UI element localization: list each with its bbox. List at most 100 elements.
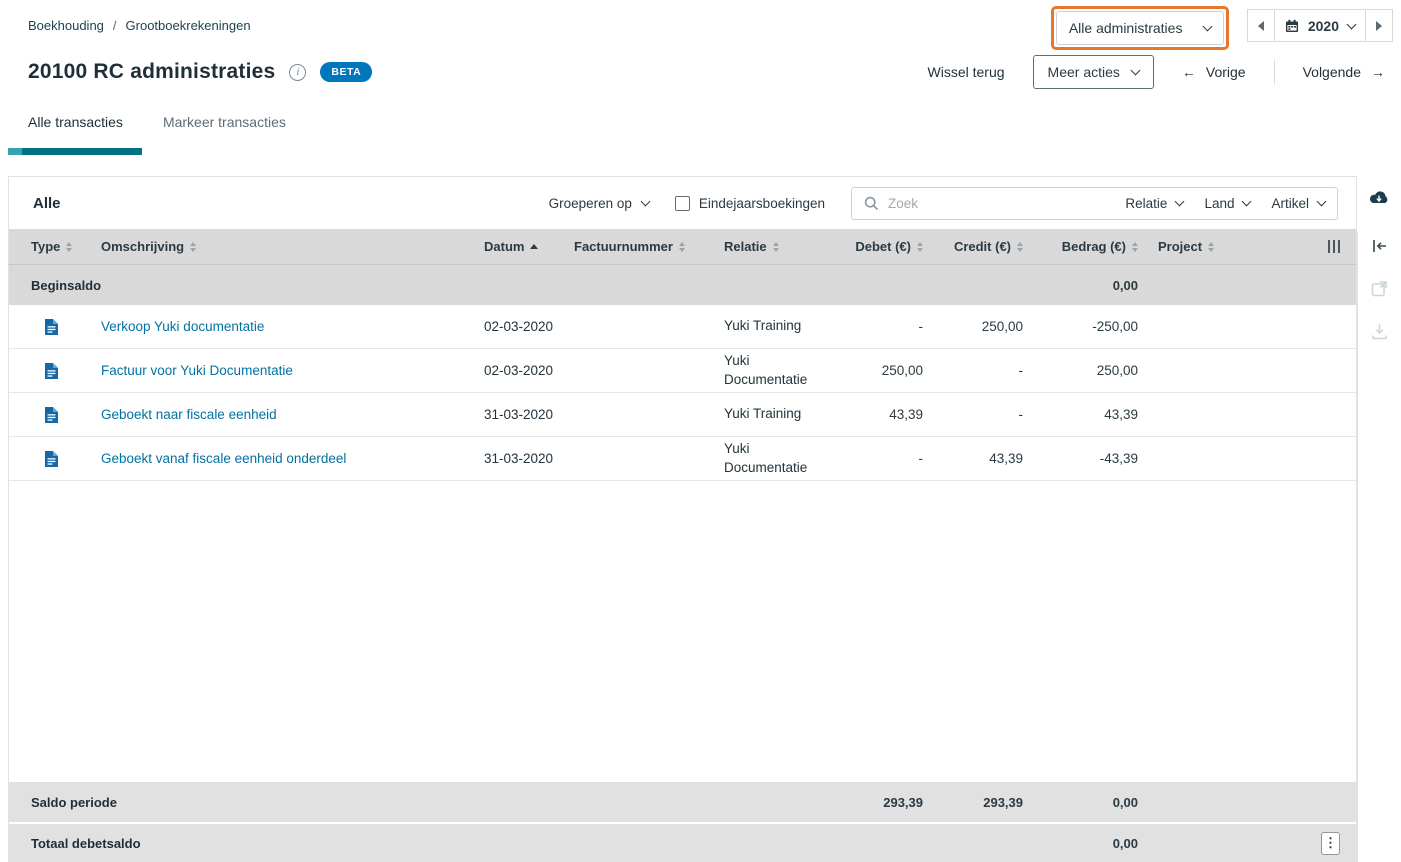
volgende-link[interactable]: Volgende →	[1303, 64, 1385, 80]
content: Alle Groeperen op Eindejaarsboekingen Zo…	[0, 176, 1401, 862]
cell-credit: -	[1018, 407, 1024, 422]
cell-relatie: Yuki Training	[724, 406, 802, 422]
transaction-link[interactable]: Geboekt naar fiscale eenheid	[101, 407, 277, 422]
cell-debet: -	[918, 451, 924, 466]
cell-datum: 31-03-2020	[484, 407, 554, 422]
sort-icon	[772, 241, 779, 252]
saldo-periode-bedrag: 0,00	[1112, 794, 1138, 810]
info-icon[interactable]: i	[289, 63, 307, 81]
sort-icon	[66, 241, 73, 252]
document-type-icon[interactable]	[9, 406, 93, 423]
totaal-debetsaldo-row: Totaal debetsaldo 0,00 ⋮	[9, 822, 1356, 862]
chevron-down-icon	[1346, 19, 1357, 29]
document-type-icon[interactable]	[9, 362, 93, 379]
empty-space	[9, 481, 1356, 782]
collapse-panel-icon[interactable]	[1371, 238, 1388, 254]
chevron-down-icon	[640, 196, 651, 207]
relatie-filter-dropdown[interactable]: Relatie	[1125, 196, 1185, 211]
transaction-link[interactable]: Geboekt vanaf fiscale eenheid onderdeel	[101, 451, 346, 466]
column-header-datum[interactable]: Datum	[476, 239, 566, 254]
cell-relatie: Yuki Training	[724, 318, 802, 334]
cell-datum: 02-03-2020	[484, 319, 554, 334]
land-filter-dropdown[interactable]: Land	[1204, 195, 1252, 211]
row-options-button[interactable]: ⋮	[1321, 831, 1340, 855]
topbar-right: Alle administraties 2020	[1050, 6, 1393, 50]
previous-year-button[interactable]	[1246, 9, 1275, 42]
table-row: Geboekt naar fiscale eenheid 31-03-2020 …	[9, 393, 1356, 437]
triangle-right-icon	[1376, 20, 1382, 31]
beginsaldo-row: Beginsaldo 0,00	[9, 265, 1356, 305]
table-row: Factuur voor Yuki Documentatie 02-03-202…	[9, 349, 1356, 393]
column-header-type[interactable]: Type	[9, 239, 93, 254]
eindejaarsboekingen-checkbox[interactable]	[674, 195, 690, 211]
filter-bar: Alle Groeperen op Eindejaarsboekingen Zo…	[9, 177, 1356, 229]
triangle-left-icon	[1257, 20, 1264, 31]
column-header-omschrijving[interactable]: Omschrijving	[93, 239, 476, 254]
vertical-divider	[1273, 60, 1275, 84]
group-title: Alle	[33, 194, 61, 212]
saldo-periode-credit: 293,39	[983, 794, 1023, 810]
groeperen-op-dropdown[interactable]: Groeperen op	[549, 196, 651, 211]
table-row: Geboekt vanaf fiscale eenheid onderdeel …	[9, 437, 1356, 481]
column-header-bedrag[interactable]: Bedrag (€)	[1035, 239, 1150, 254]
transaction-link[interactable]: Verkoop Yuki documentatie	[101, 319, 264, 334]
breadcrumb: Boekhouding / Grootboekrekeningen	[28, 6, 251, 33]
download-icon[interactable]	[1371, 323, 1388, 340]
saldo-periode-label: Saldo periode	[31, 794, 117, 810]
cell-bedrag: -250,00	[1092, 319, 1138, 334]
breadcrumb-grootboekrekeningen[interactable]: Grootboekrekeningen	[126, 18, 251, 33]
tab-markeer-transacties[interactable]: Markeer transacties	[163, 114, 286, 148]
eindejaarsboekingen-label: Eindejaarsboekingen	[698, 195, 825, 211]
document-type-icon[interactable]	[9, 450, 93, 467]
breadcrumb-boekhouding[interactable]: Boekhouding	[28, 18, 104, 33]
saldo-periode-row: Saldo periode 293,39 293,39 0,00	[9, 782, 1356, 822]
document-type-icon[interactable]	[9, 318, 93, 335]
title-row: 20100 RC administraties i BETA Wissel te…	[0, 50, 1401, 94]
artikel-filter-label: Artikel	[1271, 195, 1309, 211]
calendar-icon	[1285, 19, 1298, 32]
page-title: 20100 RC administraties	[28, 60, 276, 83]
sort-icon	[190, 241, 197, 252]
saldo-periode-debet: 293,39	[883, 794, 923, 810]
topbar: Boekhouding / Grootboekrekeningen Alle a…	[0, 0, 1401, 50]
cell-credit: -	[1018, 363, 1024, 378]
totaal-debetsaldo-bedrag: 0,00	[1112, 835, 1138, 851]
cell-bedrag: 250,00	[1096, 363, 1138, 378]
next-year-button[interactable]	[1366, 9, 1393, 42]
search-icon	[864, 196, 879, 210]
vorige-link[interactable]: ← Vorige	[1182, 64, 1246, 80]
download-cloud-icon[interactable]	[1368, 190, 1390, 206]
cell-debet: 43,39	[889, 407, 923, 422]
cell-credit: 250,00	[981, 319, 1023, 334]
volgende-label: Volgende	[1302, 64, 1361, 80]
table-row: Verkoop Yuki documentatie 02-03-2020 Yuk…	[9, 305, 1356, 349]
column-header-debet[interactable]: Debet (€)	[844, 239, 935, 254]
tab-alle-transacties[interactable]: Alle transacties	[8, 114, 142, 155]
column-header-factuurnummer[interactable]: Factuurnummer	[566, 239, 716, 254]
expand-icon[interactable]	[1371, 280, 1388, 297]
column-header-credit[interactable]: Credit (€)	[935, 239, 1035, 254]
administration-selector[interactable]: Alle administraties	[1055, 11, 1224, 45]
chevron-down-icon	[1130, 65, 1141, 76]
search-input[interactable]	[888, 195, 1105, 211]
column-header-project[interactable]: Project	[1150, 239, 1250, 254]
land-filter-label: Land	[1204, 195, 1235, 211]
beta-badge: BETA	[320, 62, 373, 82]
meer-acties-button[interactable]: Meer acties	[1032, 55, 1154, 89]
transaction-link[interactable]: Factuur voor Yuki Documentatie	[101, 363, 293, 378]
sort-icon	[1017, 241, 1023, 252]
wissel-terug-link[interactable]: Wissel terug	[928, 64, 1005, 80]
cell-datum: 02-03-2020	[484, 363, 554, 378]
year-selector[interactable]: 2020	[1274, 9, 1366, 42]
artikel-filter-dropdown[interactable]: Artikel	[1271, 195, 1327, 211]
cell-relatie: Yuki Documentatie	[724, 353, 808, 387]
search-bar: Relatie Land Artikel	[851, 186, 1338, 220]
column-header-relatie[interactable]: Relatie	[716, 239, 844, 254]
beginsaldo-bedrag: 0,00	[1112, 277, 1138, 293]
cell-relatie: Yuki Documentatie	[724, 441, 808, 475]
filters: Groeperen op Eindejaarsboekingen Relatie	[549, 186, 1338, 220]
column-settings-icon[interactable]	[1327, 240, 1340, 253]
cell-credit: 43,39	[989, 451, 1023, 466]
eindejaarsboekingen-toggle[interactable]: Eindejaarsboekingen	[674, 195, 825, 211]
sort-icon	[1208, 241, 1215, 252]
